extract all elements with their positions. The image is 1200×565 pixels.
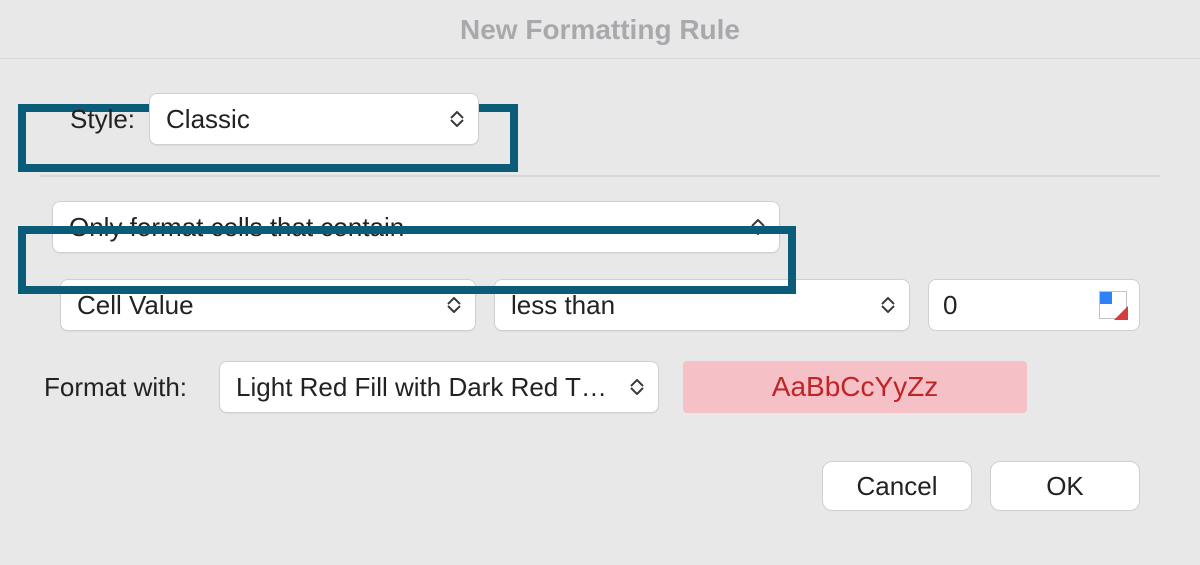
- rule-type-select-value: Only format cells that contain: [69, 212, 404, 243]
- format-preview: AaBbCcYyZz: [683, 361, 1027, 413]
- updown-icon: [628, 379, 646, 395]
- format-with-label: Format with:: [44, 372, 187, 403]
- updown-icon: [749, 219, 767, 235]
- cancel-button[interactable]: Cancel: [822, 461, 972, 511]
- format-with-select[interactable]: Light Red Fill with Dark Red T…: [219, 361, 659, 413]
- dialog-title: New Formatting Rule: [0, 0, 1200, 59]
- style-select-value: Classic: [166, 104, 250, 135]
- format-row: Format with: Light Red Fill with Dark Re…: [44, 361, 1160, 413]
- updown-icon: [448, 111, 466, 127]
- style-label: Style:: [70, 104, 135, 135]
- condition-operator-value: less than: [511, 290, 615, 321]
- condition-field-value: Cell Value: [77, 290, 194, 321]
- condition-operator-select[interactable]: less than: [494, 279, 910, 331]
- ok-button[interactable]: OK: [990, 461, 1140, 511]
- format-preview-text: AaBbCcYyZz: [772, 371, 939, 403]
- format-with-select-value: Light Red Fill with Dark Red T…: [236, 372, 607, 403]
- condition-row: Cell Value less than 0: [60, 279, 1160, 331]
- cancel-button-label: Cancel: [857, 471, 938, 502]
- condition-value-field[interactable]: 0: [928, 279, 1140, 331]
- updown-icon: [879, 297, 897, 313]
- rule-type-row: Only format cells that contain: [40, 201, 1160, 253]
- new-formatting-rule-dialog: New Formatting Rule Style: Classic Only …: [0, 0, 1200, 565]
- divider: [40, 175, 1160, 177]
- style-select[interactable]: Classic: [149, 93, 479, 145]
- rule-type-select[interactable]: Only format cells that contain: [52, 201, 780, 253]
- dialog-buttons: Cancel OK: [40, 461, 1160, 511]
- range-picker-icon[interactable]: [1099, 291, 1127, 319]
- updown-icon: [445, 297, 463, 313]
- condition-value-text: 0: [943, 290, 957, 321]
- ok-button-label: OK: [1046, 471, 1084, 502]
- style-row: Style: Classic: [30, 85, 493, 153]
- condition-field-select[interactable]: Cell Value: [60, 279, 476, 331]
- dialog-content: Style: Classic Only format cells that co…: [0, 59, 1200, 511]
